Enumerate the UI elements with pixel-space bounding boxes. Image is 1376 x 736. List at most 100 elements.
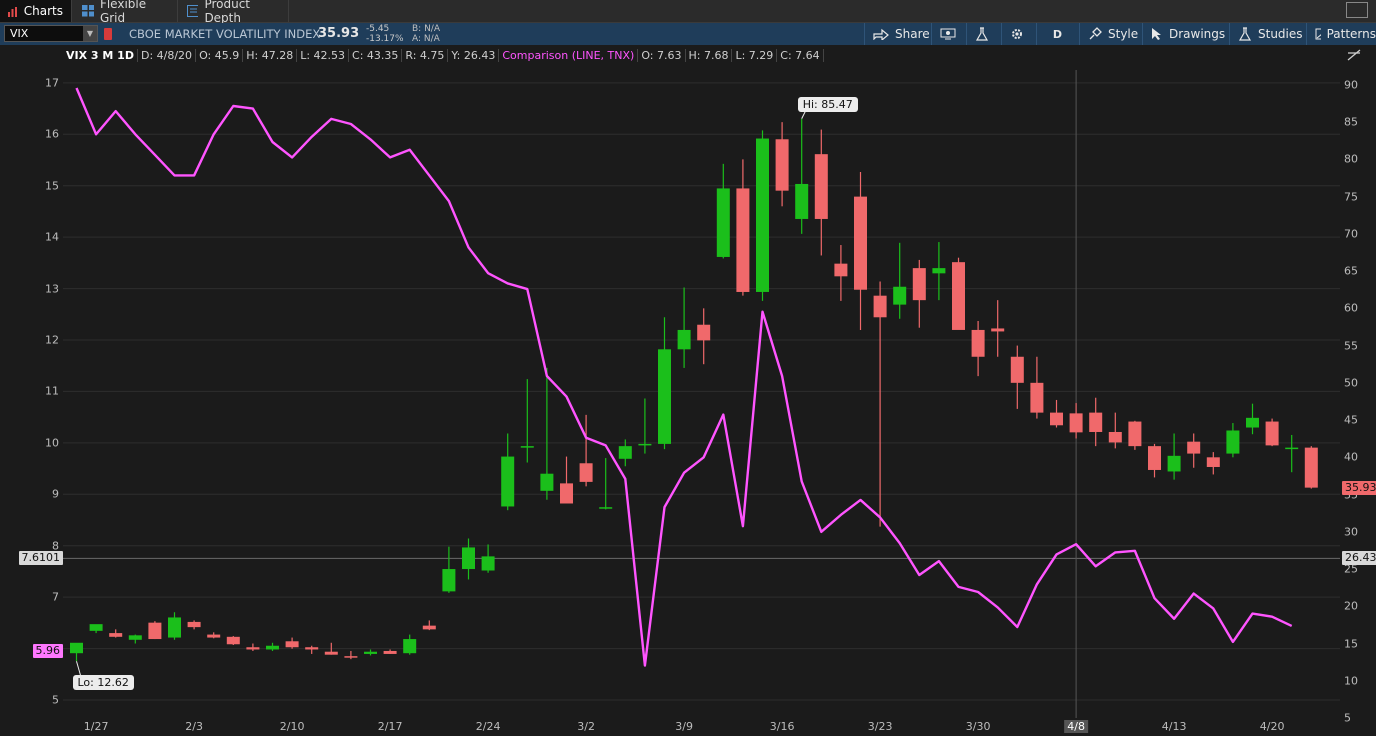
candle-body — [716, 188, 730, 257]
drawings-button[interactable]: Drawings — [1142, 23, 1228, 45]
symbol-link-icon[interactable] — [104, 28, 112, 40]
symbol-input[interactable]: VIX ▼ — [4, 25, 98, 42]
left-price-axis: 567891011121314151617 — [0, 70, 63, 718]
candle-body — [89, 624, 103, 631]
time-axis-tick: 3/2 — [577, 720, 595, 733]
candle-body — [246, 647, 260, 650]
time-axis-tick: 3/30 — [965, 720, 991, 733]
settings-button[interactable] — [1001, 23, 1035, 45]
candle-body — [1030, 382, 1044, 413]
change-block: -5.45 -13.17% — [366, 24, 404, 44]
right-axis-tick: 30 — [1344, 525, 1358, 539]
time-axis-tick: 2/24 — [475, 720, 501, 733]
market-watch-button[interactable] — [931, 23, 965, 45]
studies-button[interactable]: Studies — [1229, 23, 1305, 45]
right-axis-tick: 85 — [1344, 115, 1358, 129]
right-axis-tick: 50 — [1344, 376, 1358, 390]
cmp-close: C: 7.64 — [777, 49, 824, 62]
candle-body — [305, 647, 319, 650]
high-callout: Hi: 85.47 — [797, 96, 858, 112]
time-axis-tick: 3/9 — [675, 720, 693, 733]
chevron-down-icon[interactable]: ▼ — [83, 26, 97, 41]
left-axis-tick: 15 — [45, 179, 59, 193]
candle-body — [658, 349, 671, 444]
candle-body — [501, 456, 515, 507]
tab-label: Product Depth — [204, 0, 250, 25]
patterns-icon — [1315, 28, 1321, 40]
candle-body — [462, 547, 475, 570]
style-icon — [1089, 27, 1102, 40]
lab-button[interactable] — [966, 23, 1000, 45]
high-callout-pointer — [801, 110, 807, 119]
flask-icon — [1238, 27, 1252, 41]
cmp-low: L: 7.29 — [732, 49, 778, 62]
candle-body — [697, 324, 711, 341]
symbol-description: CBOE MARKET VOLATILITY INDEX — [129, 27, 321, 41]
crosshair-right-flag: 26.43 — [1342, 551, 1376, 566]
candle-body — [893, 286, 907, 305]
candle-body — [618, 446, 632, 459]
chart-header: VIX 3 M 1D D: 4/8/20 O: 45.9 H: 47.28 L: 42.… — [63, 47, 824, 65]
tab-flexible-grid[interactable]: Flexible Grid — [74, 0, 178, 25]
tab-charts[interactable]: Charts — [0, 0, 72, 22]
hdr-low: L: 42.53 — [297, 49, 350, 62]
candle-body — [579, 463, 593, 482]
left-axis-tick: 5 — [52, 693, 59, 707]
comparison-label[interactable]: Comparison (LINE, TNX) — [499, 49, 639, 62]
share-button[interactable]: Share — [864, 23, 930, 45]
hdr-range: R: 4.75 — [402, 49, 449, 62]
comparison-last-flag: 5.96 — [32, 643, 63, 658]
drawings-label: Drawings — [1169, 27, 1226, 41]
candle-body — [677, 329, 691, 350]
candle-body — [481, 556, 495, 571]
candle-body — [422, 625, 436, 630]
candle-body — [187, 621, 201, 628]
candle-body — [814, 154, 828, 219]
cmp-open: O: 7.63 — [638, 49, 686, 62]
candle-body — [834, 263, 848, 277]
candle-body — [1285, 447, 1299, 450]
right-axis-tick: 80 — [1344, 152, 1358, 166]
candle-body — [285, 641, 299, 648]
candle-body — [795, 183, 809, 219]
style-button[interactable]: Style — [1079, 23, 1141, 45]
time-axis: 1/272/32/102/172/243/23/93/163/233/304/6… — [63, 718, 1340, 736]
candle-body — [1050, 412, 1063, 426]
time-axis-tick: 3/23 — [867, 720, 893, 733]
candle-body — [1304, 447, 1318, 488]
tab-product-depth[interactable]: Product Depth — [179, 0, 289, 25]
price-chart[interactable] — [63, 70, 1340, 718]
right-axis-tick: 10 — [1344, 674, 1358, 688]
aggregation-button[interactable]: D — [1036, 23, 1078, 45]
candle-body — [599, 507, 613, 509]
hdr-high: H: 47.28 — [243, 49, 298, 62]
restore-window-icon[interactable] — [1346, 2, 1368, 18]
candle-body — [540, 473, 554, 491]
symbol-value: VIX — [10, 27, 29, 40]
left-axis-tick: 7 — [52, 590, 59, 604]
chart-toolbar: VIX ▼ CBOE MARKET VOLATILITY INDEX 35.93… — [0, 23, 1376, 45]
gear-icon — [1012, 29, 1022, 39]
candle-body — [1069, 413, 1083, 433]
candle-body — [383, 650, 397, 654]
aggregation-label: D — [1052, 27, 1063, 41]
last-price: 35.93 — [318, 26, 360, 41]
pct-change: -13.17% — [366, 34, 404, 44]
patterns-label: Patterns — [1326, 27, 1376, 41]
right-axis-tick: 20 — [1344, 599, 1358, 613]
time-axis-tick: 2/3 — [185, 720, 203, 733]
style-label: Style — [1108, 27, 1139, 41]
low-callout: Lo: 12.62 — [72, 675, 134, 691]
candle-body — [442, 569, 456, 592]
candle-body — [344, 656, 358, 658]
patterns-button[interactable]: Patterns — [1306, 23, 1376, 45]
candle-body — [207, 634, 221, 638]
candle-body — [775, 139, 789, 191]
candle-body — [1108, 431, 1122, 443]
right-axis-tick: 90 — [1344, 78, 1358, 92]
collapse-panel-icon[interactable] — [1346, 48, 1362, 62]
candle-body — [226, 636, 240, 645]
grid-icon — [82, 5, 94, 17]
tab-label: Charts — [23, 4, 63, 18]
candle-body — [266, 645, 279, 650]
